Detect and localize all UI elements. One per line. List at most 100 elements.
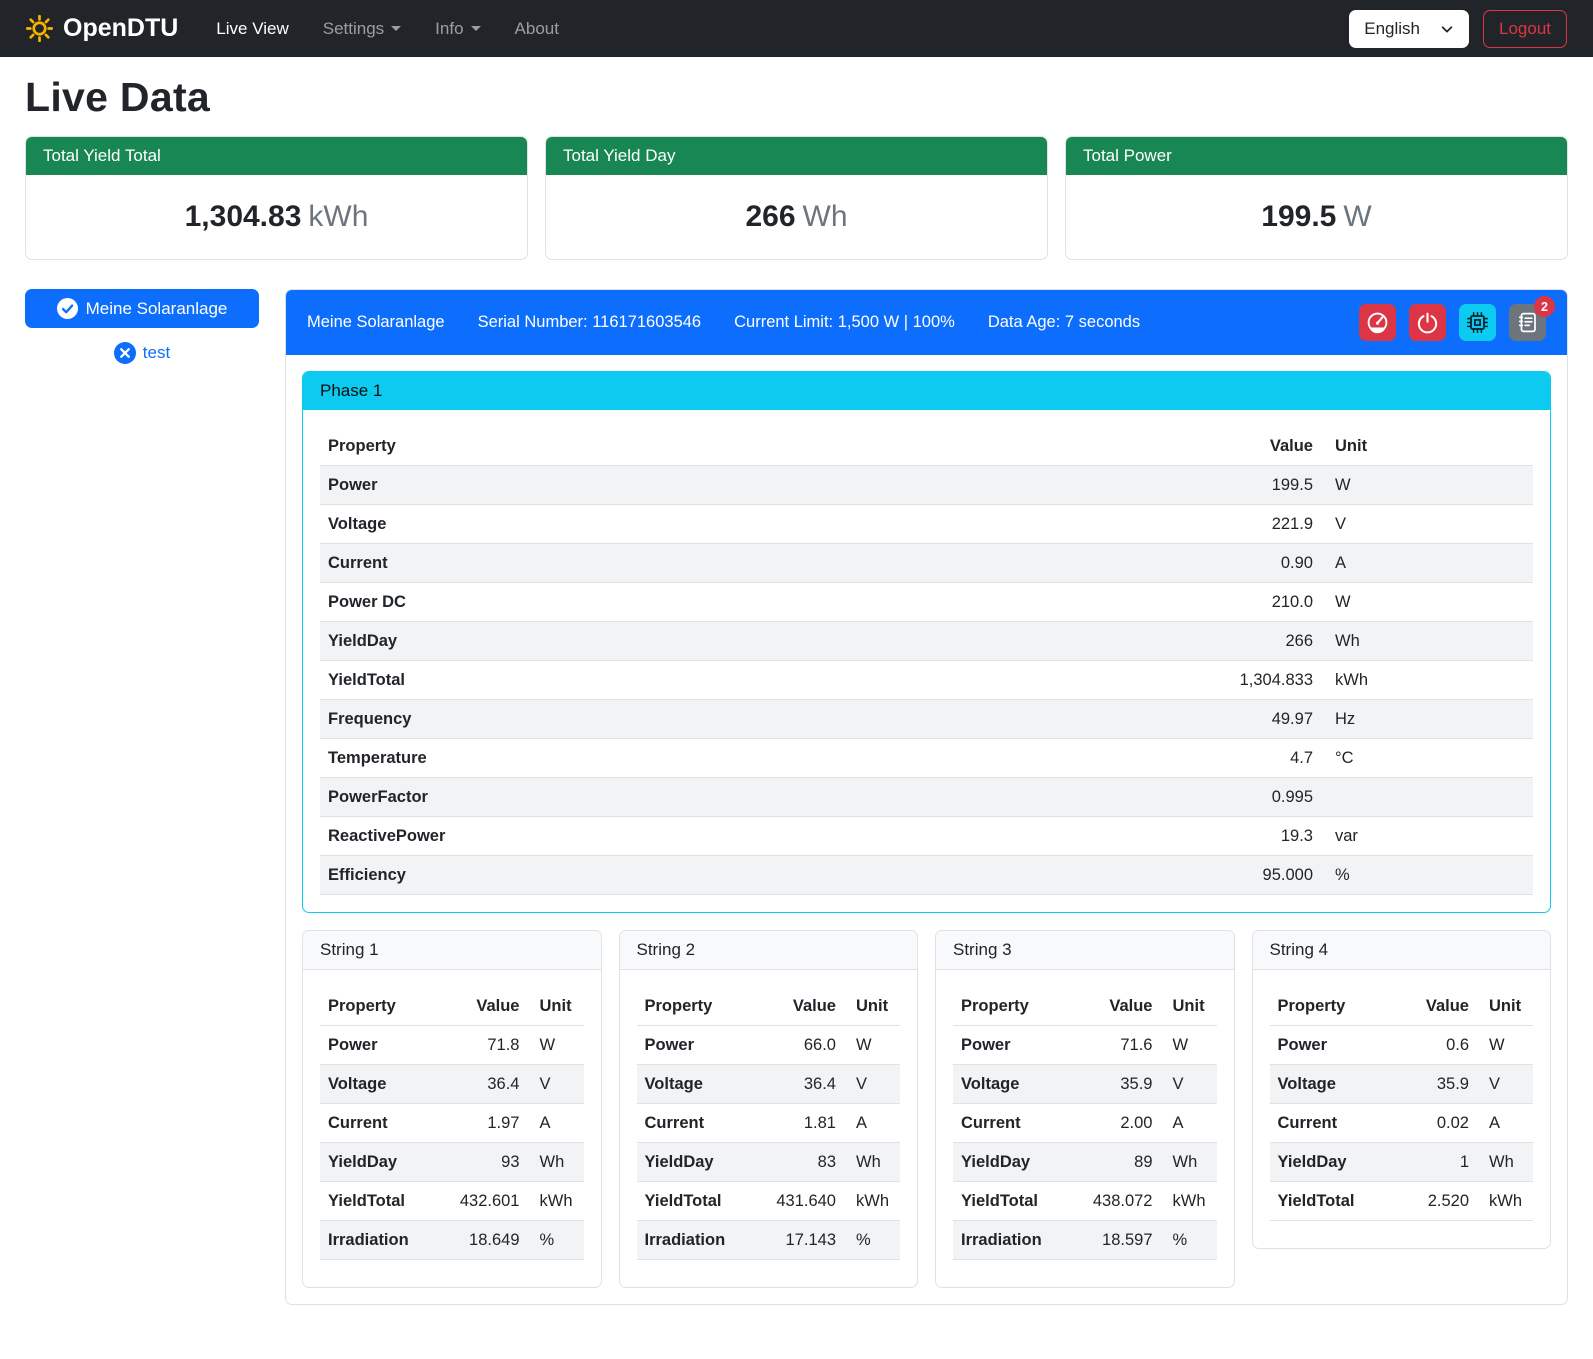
property-cell: YieldDay — [637, 1143, 749, 1182]
inverter-info: Meine Solaranlage Serial Number: 1161716… — [307, 313, 1140, 332]
unit-cell: kWh — [1161, 1182, 1217, 1221]
value-cell: 4.7 — [1171, 739, 1321, 778]
inverter-data-age: Data Age: 7 seconds — [988, 313, 1140, 332]
unit-cell: Wh — [528, 1143, 584, 1182]
col-unit: Unit — [1477, 987, 1533, 1026]
event-log-button[interactable]: 2 — [1509, 304, 1546, 341]
value-cell: 0.02 — [1381, 1104, 1477, 1143]
table-row: YieldDay93Wh — [320, 1143, 584, 1182]
property-cell: YieldTotal — [637, 1182, 749, 1221]
property-cell: YieldTotal — [1270, 1182, 1382, 1221]
value-cell: 93 — [432, 1143, 528, 1182]
brand-link[interactable]: OpenDTU — [26, 14, 178, 43]
value-cell: 0.995 — [1171, 778, 1321, 817]
property-cell: YieldTotal — [953, 1182, 1065, 1221]
total-power-card: Total Power 199.5W — [1065, 136, 1568, 260]
value-cell: 35.9 — [1065, 1065, 1161, 1104]
card-title: Total Yield Total — [26, 137, 527, 175]
nav-item-label: Settings — [323, 19, 384, 39]
col-value: Value — [748, 987, 844, 1026]
value-cell: 89 — [1065, 1143, 1161, 1182]
power-button[interactable] — [1409, 304, 1446, 341]
table-row: Frequency49.97Hz — [320, 700, 1533, 739]
unit-cell: A — [1161, 1104, 1217, 1143]
table-header-row: Property Value Unit — [320, 427, 1533, 466]
unit-cell: % — [528, 1221, 584, 1260]
string-table: Property Value Unit Power0.6WVoltage35.9… — [1270, 987, 1534, 1221]
inverter-name: Meine Solaranlage — [307, 313, 445, 332]
string-body: Property Value Unit Power71.8WVoltage36.… — [303, 970, 601, 1287]
card-body: 266Wh — [546, 175, 1047, 259]
table-row: Power DC210.0W — [320, 583, 1533, 622]
value-cell: 431.640 — [748, 1182, 844, 1221]
unit-cell: W — [1477, 1026, 1533, 1065]
table-head: Property Value Unit — [1270, 987, 1534, 1026]
col-property: Property — [637, 987, 749, 1026]
table-header-row: Property Value Unit — [637, 987, 901, 1026]
col-value: Value — [1381, 987, 1477, 1026]
inverter-item-test[interactable]: test — [25, 342, 259, 364]
table-row: Current0.90A — [320, 544, 1533, 583]
page-title: Live Data — [25, 74, 1568, 121]
col-unit: Unit — [844, 987, 900, 1026]
property-cell: Irradiation — [637, 1221, 749, 1260]
value-cell: 0.6 — [1381, 1026, 1477, 1065]
nav-item-live-view[interactable]: Live View — [216, 19, 288, 39]
logout-button[interactable]: Logout — [1483, 10, 1567, 48]
unit-cell: A — [1477, 1104, 1533, 1143]
limit-settings-button[interactable] — [1359, 304, 1396, 341]
table-row: PowerFactor0.995 — [320, 778, 1533, 817]
nav-item-settings[interactable]: Settings — [323, 19, 401, 39]
table-row: YieldDay83Wh — [637, 1143, 901, 1182]
card-title: Total Power — [1066, 137, 1567, 175]
property-cell: Power — [953, 1026, 1065, 1065]
value-cell: 66.0 — [748, 1026, 844, 1065]
table-head: Property Value Unit — [637, 987, 901, 1026]
table-row: Power71.8W — [320, 1026, 584, 1065]
col-unit: Unit — [528, 987, 584, 1026]
table-row: YieldTotal431.640kWh — [637, 1182, 901, 1221]
selected-inverter-button[interactable]: Meine Solaranlage — [25, 289, 259, 328]
table-row: Irradiation17.143% — [637, 1221, 901, 1260]
value-cell: 1,304.833 — [1171, 661, 1321, 700]
card-unit: Wh — [803, 200, 848, 233]
table-row: Voltage35.9V — [953, 1065, 1217, 1104]
check-circle-icon — [57, 298, 78, 319]
unit-cell: W — [1161, 1026, 1217, 1065]
property-cell: Frequency — [320, 700, 1171, 739]
col-property: Property — [320, 427, 1171, 466]
nav-item-about[interactable]: About — [515, 19, 559, 39]
property-cell: YieldDay — [953, 1143, 1065, 1182]
property-cell: Power — [1270, 1026, 1382, 1065]
device-info-button[interactable] — [1459, 304, 1496, 341]
unit-cell: kWh — [844, 1182, 900, 1221]
table-body: Power199.5WVoltage221.9VCurrent0.90APowe… — [320, 466, 1533, 895]
brand-label: OpenDTU — [63, 14, 178, 43]
nav-item-info[interactable]: Info — [435, 19, 480, 39]
value-cell: 35.9 — [1381, 1065, 1477, 1104]
property-cell: Irradiation — [953, 1221, 1065, 1260]
property-cell: Current — [320, 1104, 432, 1143]
unit-cell: °C — [1321, 739, 1533, 778]
inverter-card-body: Phase 1 Property Value Unit Power199.5WV… — [286, 355, 1567, 1304]
table-row: Irradiation18.597% — [953, 1221, 1217, 1260]
language-select[interactable]: English — [1349, 10, 1469, 48]
string-2-card: String 2 Property Value Unit — [619, 930, 919, 1288]
card-body: 199.5W — [1066, 175, 1567, 259]
table-row: YieldDay266Wh — [320, 622, 1533, 661]
unit-cell: W — [528, 1026, 584, 1065]
table-body: Power66.0WVoltage36.4VCurrent1.81AYieldD… — [637, 1026, 901, 1260]
value-cell: 0.90 — [1171, 544, 1321, 583]
table-header-row: Property Value Unit — [320, 987, 584, 1026]
value-cell: 36.4 — [432, 1065, 528, 1104]
table-head: Property Value Unit — [320, 427, 1533, 466]
property-cell: YieldTotal — [320, 1182, 432, 1221]
inverter-serial: Serial Number: 116171603546 — [478, 313, 702, 332]
value-cell: 71.8 — [432, 1026, 528, 1065]
card-value: 1,304.83 — [185, 200, 302, 233]
chevron-down-icon — [471, 26, 481, 31]
col-value: Value — [432, 987, 528, 1026]
nav-links: Live View Settings Info About — [216, 19, 559, 39]
language-value: English — [1364, 19, 1420, 39]
table-row: Voltage221.9V — [320, 505, 1533, 544]
